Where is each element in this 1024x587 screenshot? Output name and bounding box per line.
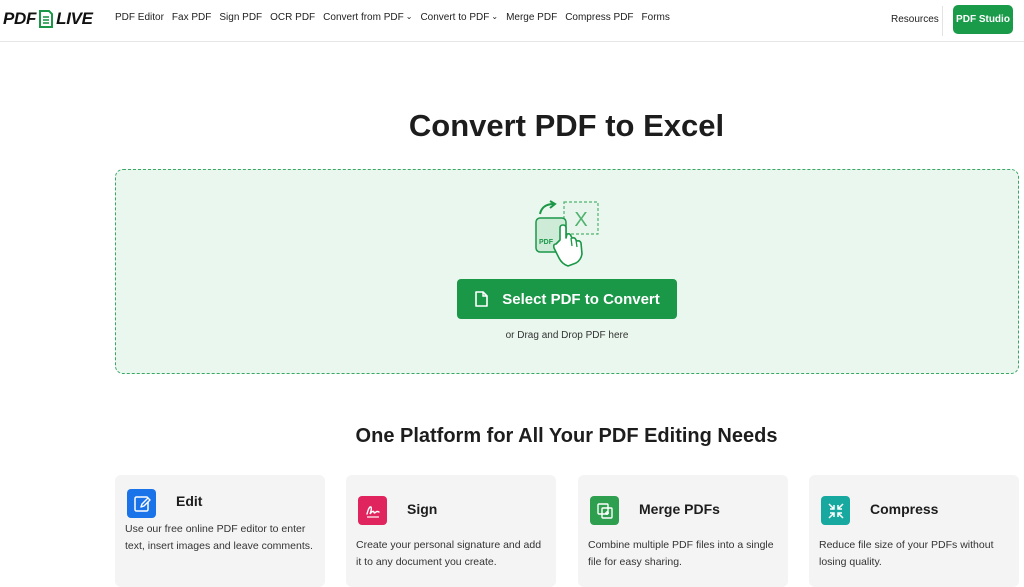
- signature-icon: [358, 496, 387, 525]
- card-title: Edit: [176, 493, 203, 509]
- nav-pdf-editor[interactable]: PDF Editor: [115, 12, 164, 23]
- logo-document-icon: [38, 10, 54, 28]
- card-title: Compress: [870, 501, 939, 517]
- file-dropzone[interactable]: X PDF Select PDF to Convert or Drag and …: [115, 169, 1019, 374]
- pdf-to-excel-icon: X PDF: [534, 200, 602, 270]
- feature-card-edit[interactable]: Edit Use our free online PDF editor to e…: [115, 475, 325, 587]
- drag-drop-hint: or Drag and Drop PDF here: [505, 330, 629, 341]
- nav-resources[interactable]: Resources: [891, 14, 939, 25]
- nav-ocr-pdf[interactable]: OCR PDF: [270, 12, 315, 23]
- illus-pdf-label: PDF: [539, 239, 554, 246]
- card-title: Sign: [407, 501, 438, 517]
- illus-x-label: X: [574, 209, 587, 231]
- nav-convert-to-pdf[interactable]: Convert to PDF ⌄: [420, 12, 498, 23]
- card-description: Use our free online PDF editor to enter …: [125, 523, 313, 552]
- pdflive-logo[interactable]: PDF LIVE: [3, 8, 93, 30]
- edit-icon: [127, 489, 156, 518]
- nav-label: Merge PDF: [506, 12, 558, 23]
- header-divider: [942, 6, 943, 36]
- card-description: Combine multiple PDF files into a single…: [588, 539, 774, 568]
- nav-label: PDF Editor: [115, 12, 164, 23]
- file-icon: [474, 291, 489, 307]
- nav-label: Convert to PDF: [420, 12, 490, 23]
- logo-text-right: LIVE: [56, 9, 93, 28]
- card-description: Create your personal signature and add i…: [356, 539, 542, 568]
- select-pdf-button[interactable]: Select PDF to Convert: [457, 279, 677, 319]
- compress-icon: [821, 496, 850, 525]
- feature-card-compress[interactable]: Compress Reduce file size of your PDFs w…: [809, 475, 1019, 587]
- features-heading: One Platform for All Your PDF Editing Ne…: [355, 425, 778, 447]
- main-nav: PDF Editor Fax PDF Sign PDF OCR PDF Conv…: [115, 12, 678, 23]
- nav-merge-pdf[interactable]: Merge PDF: [506, 12, 557, 23]
- select-pdf-label: Select PDF to Convert: [502, 290, 660, 308]
- nav-compress-pdf[interactable]: Compress PDF: [565, 12, 633, 23]
- nav-sign-pdf[interactable]: Sign PDF: [219, 12, 262, 23]
- nav-convert-from-pdf[interactable]: Convert from PDF ⌄: [323, 12, 412, 23]
- nav-label: Convert from PDF: [323, 12, 404, 23]
- nav-forms[interactable]: Forms: [642, 12, 670, 23]
- nav-label: OCR PDF: [270, 12, 316, 23]
- nav-label: Fax PDF: [171, 12, 212, 23]
- card-title: Merge PDFs: [639, 501, 720, 517]
- nav-fax-pdf[interactable]: Fax PDF: [172, 12, 211, 23]
- nav-label: Compress PDF: [565, 12, 634, 23]
- pdf-studio-button[interactable]: PDF Studio: [953, 5, 1013, 34]
- logo-text-left: PDF: [3, 9, 37, 28]
- nav-label: Sign PDF: [219, 12, 263, 23]
- merge-icon: [590, 496, 619, 525]
- feature-card-sign[interactable]: Sign Create your personal signature and …: [346, 475, 556, 587]
- feature-card-merge[interactable]: Merge PDFs Combine multiple PDF files in…: [578, 475, 788, 587]
- chevron-down-icon: ⌄: [405, 12, 413, 21]
- card-description: Reduce file size of your PDFs without lo…: [819, 539, 994, 568]
- nav-label: Forms: [641, 12, 670, 23]
- page-title: Convert PDF to Excel: [408, 108, 725, 143]
- top-nav-bar: PDF LIVE PDF Editor Fax PDF Sign PDF OCR…: [0, 0, 1024, 42]
- chevron-down-icon: ⌄: [491, 12, 499, 21]
